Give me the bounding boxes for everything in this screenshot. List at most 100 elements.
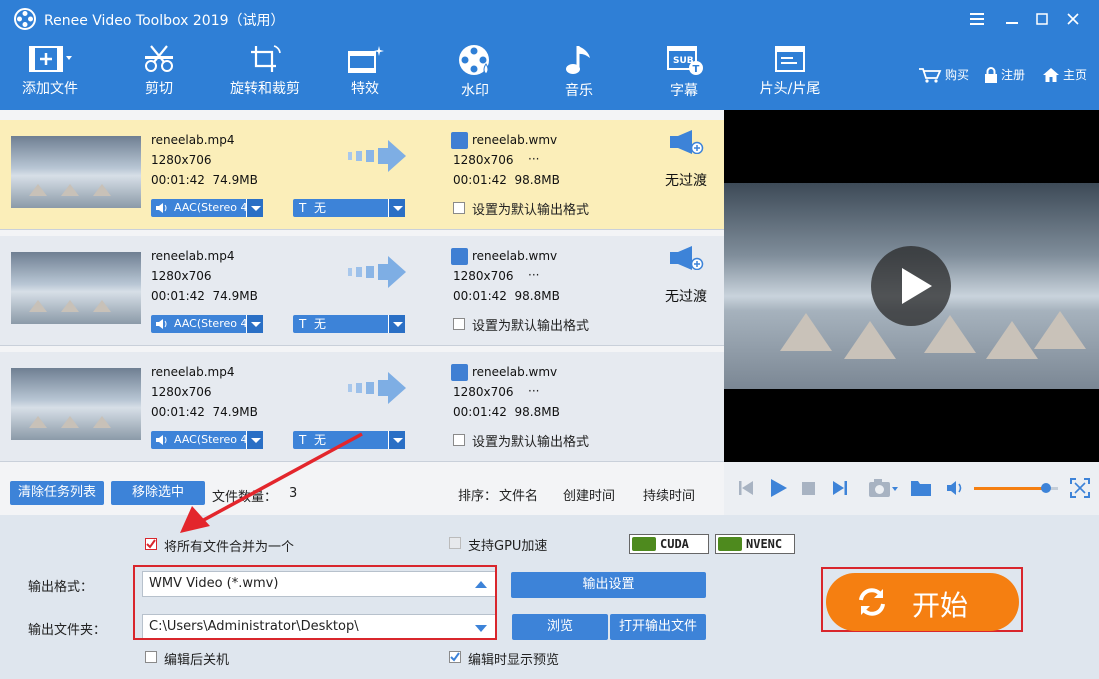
output-resolution: 1280x706 bbox=[453, 153, 514, 167]
register-link[interactable]: 注册 bbox=[984, 66, 1025, 83]
source-duration-size: 00:01:42 74.9MB bbox=[151, 173, 258, 187]
transition-icon[interactable] bbox=[670, 246, 704, 270]
volume-handle[interactable] bbox=[1041, 483, 1052, 493]
chevron-down-icon[interactable] bbox=[246, 199, 263, 217]
set-default-checkbox[interactable] bbox=[453, 202, 465, 214]
output-folder-label: 输出文件夹： bbox=[28, 623, 107, 638]
chevron-down-icon[interactable] bbox=[388, 315, 405, 333]
nvenc-badge: NVENC bbox=[715, 534, 795, 554]
output-filename: reneelab.wmv bbox=[472, 365, 558, 379]
minimize-icon[interactable] bbox=[1001, 8, 1023, 30]
convert-arrow-icon bbox=[348, 372, 406, 404]
chevron-down-icon[interactable] bbox=[246, 315, 263, 333]
output-file-icon bbox=[451, 132, 468, 149]
sort-by-created[interactable]: 创建时间 bbox=[563, 485, 615, 504]
music-icon bbox=[566, 46, 590, 74]
output-duration-size: 00:01:42 98.8MB bbox=[453, 405, 560, 419]
title-bar: Renee Video Toolbox 2019（试用） bbox=[0, 0, 1099, 38]
browse-button[interactable]: 浏览 bbox=[512, 614, 608, 640]
toolbar-label: 添加文件 bbox=[22, 81, 78, 97]
sort-by-name[interactable]: 文件名 bbox=[499, 485, 538, 504]
stop-icon[interactable] bbox=[802, 482, 815, 495]
volume-slider[interactable] bbox=[974, 483, 1058, 493]
cuda-label: CUDA bbox=[660, 537, 689, 551]
video-thumbnail bbox=[11, 252, 141, 324]
toolbar-label: 剪切 bbox=[145, 81, 173, 97]
close-icon[interactable] bbox=[1062, 8, 1084, 30]
subtitle-dropdown[interactable]: T 无 bbox=[293, 199, 405, 217]
menu-icon[interactable] bbox=[966, 8, 988, 30]
output-filename: reneelab.wmv bbox=[472, 249, 558, 263]
refresh-icon bbox=[859, 588, 885, 616]
snapshot-icon[interactable] bbox=[868, 477, 898, 499]
gpu-accel-checkbox[interactable] bbox=[449, 537, 461, 549]
home-label: 主页 bbox=[1063, 68, 1088, 82]
fullscreen-icon[interactable] bbox=[1070, 478, 1090, 498]
volume-icon[interactable] bbox=[946, 480, 966, 496]
convert-arrow-icon bbox=[348, 140, 406, 172]
maximize-icon[interactable] bbox=[1031, 8, 1053, 30]
chevron-down-icon[interactable] bbox=[388, 199, 405, 217]
main-toolbar: 添加文件 剪切 旋转和裁剪 特效 水印 音乐 SUB T 字幕 片头/片尾 购买… bbox=[0, 38, 1099, 110]
skip-back-icon[interactable] bbox=[738, 480, 754, 496]
subtitle-button[interactable]: SUB T 字幕 bbox=[656, 44, 712, 106]
set-default-label: 设置为默认输出格式 bbox=[472, 319, 590, 334]
lock-icon bbox=[985, 66, 997, 83]
home-link[interactable]: 主页 bbox=[1042, 66, 1087, 83]
set-default-label: 设置为默认输出格式 bbox=[472, 203, 590, 218]
show-preview-label: 编辑时显示预览 bbox=[468, 653, 560, 668]
music-button[interactable]: 音乐 bbox=[552, 44, 606, 106]
cut-button[interactable]: 剪切 bbox=[128, 44, 190, 106]
set-default-label: 设置为默认输出格式 bbox=[472, 435, 590, 450]
start-button[interactable]: 开始 bbox=[826, 573, 1019, 631]
toolbar-label: 旋转和裁剪 bbox=[230, 81, 300, 97]
subtitle-dropdown[interactable]: T 无 bbox=[293, 315, 405, 333]
subtitle-value: T 无 bbox=[299, 317, 326, 331]
intro-outro-icon bbox=[775, 46, 805, 72]
watermark-icon bbox=[459, 45, 489, 75]
video-preview[interactable] bbox=[724, 110, 1099, 462]
output-settings-more[interactable]: ··· bbox=[528, 384, 539, 398]
effects-button[interactable]: 特效 bbox=[336, 44, 394, 106]
output-settings-more[interactable]: ··· bbox=[528, 152, 539, 166]
file-item-2[interactable]: reneelab.mp4 1280x706 00:01:42 74.9MB re… bbox=[0, 236, 724, 346]
audio-track-value: AAC(Stereo 4 bbox=[174, 201, 248, 214]
output-duration-size: 00:01:42 98.8MB bbox=[453, 289, 560, 303]
sort-by-duration[interactable]: 持续时间 bbox=[643, 485, 695, 504]
source-filename: reneelab.mp4 bbox=[151, 249, 235, 263]
merge-files-checkbox[interactable] bbox=[145, 538, 157, 550]
set-default-checkbox[interactable] bbox=[453, 434, 465, 446]
intro-outro-button[interactable]: 片头/片尾 bbox=[752, 44, 828, 106]
scissors-icon bbox=[145, 45, 173, 72]
clear-list-button[interactable]: 清除任务列表 bbox=[10, 481, 104, 505]
skip-forward-icon[interactable] bbox=[832, 480, 848, 496]
shutdown-checkbox[interactable] bbox=[145, 651, 157, 663]
buy-link[interactable]: 购买 bbox=[918, 66, 969, 83]
output-settings-more[interactable]: ··· bbox=[528, 268, 539, 282]
audio-track-dropdown[interactable]: AAC(Stereo 4 bbox=[151, 315, 263, 333]
chevron-down-icon[interactable] bbox=[388, 431, 405, 449]
convert-arrow-icon bbox=[348, 256, 406, 288]
cart-icon bbox=[919, 67, 942, 83]
source-duration-size: 00:01:42 74.9MB bbox=[151, 289, 258, 303]
add-file-button[interactable]: 添加文件 bbox=[18, 44, 82, 106]
play-icon[interactable] bbox=[768, 478, 788, 498]
file-item-1[interactable]: reneelab.mp4 1280x706 00:01:42 74.9MB re… bbox=[0, 120, 724, 230]
toolbar-label: 字幕 bbox=[670, 83, 698, 99]
show-preview-checkbox[interactable] bbox=[449, 651, 461, 663]
crop-rotate-button[interactable]: 旋转和裁剪 bbox=[226, 44, 304, 106]
output-settings-button[interactable]: 输出设置 bbox=[511, 572, 706, 598]
nvidia-logo-icon bbox=[718, 537, 742, 551]
play-overlay-icon[interactable] bbox=[871, 246, 951, 326]
transition-icon[interactable] bbox=[670, 130, 704, 154]
video-thumbnail bbox=[11, 368, 141, 440]
open-folder-icon[interactable] bbox=[910, 479, 932, 497]
open-output-folder-button[interactable]: 打开输出文件 bbox=[610, 614, 706, 640]
source-filename: reneelab.mp4 bbox=[151, 133, 235, 147]
watermark-button[interactable]: 水印 bbox=[446, 44, 504, 106]
svg-text:T: T bbox=[693, 64, 700, 75]
register-label: 注册 bbox=[1001, 68, 1026, 82]
set-default-checkbox[interactable] bbox=[453, 318, 465, 330]
audio-track-dropdown[interactable]: AAC(Stereo 4 bbox=[151, 199, 263, 217]
source-duration-size: 00:01:42 74.9MB bbox=[151, 405, 258, 419]
